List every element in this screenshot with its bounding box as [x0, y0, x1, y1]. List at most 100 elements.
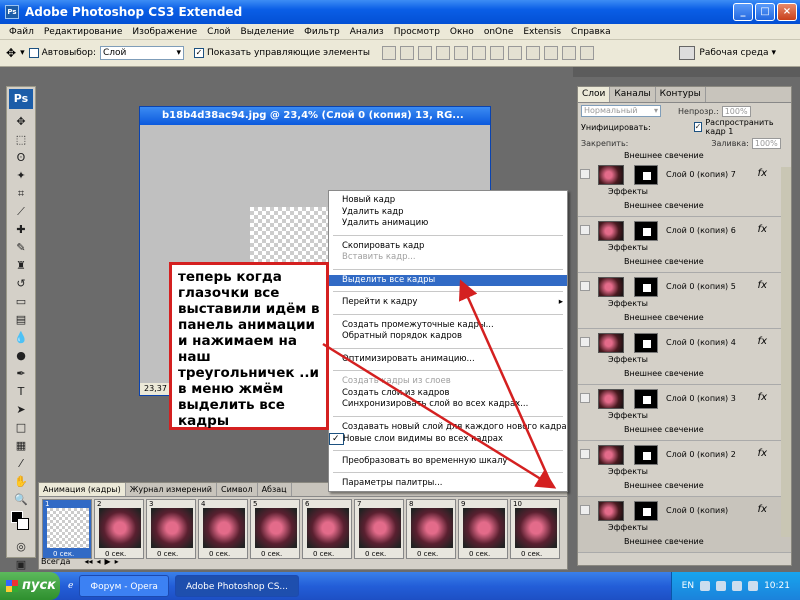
anim-tab-0[interactable]: Анимация (кадры): [39, 483, 126, 496]
blur-tool-icon[interactable]: 💧: [9, 329, 33, 346]
history-brush-icon[interactable]: ↺: [9, 275, 33, 292]
fx-icon[interactable]: fx: [758, 392, 767, 403]
layer-row[interactable]: Слой 0 (копия) 5 fx Эффекты Внешнее свечени…: [578, 273, 791, 329]
align-vcenter-icon[interactable]: [399, 46, 414, 60]
menu-item-7[interactable]: Просмотр: [389, 27, 445, 37]
tab-paths[interactable]: Контуры: [656, 87, 706, 102]
move-tool-icon[interactable]: ✥: [6, 46, 16, 60]
distribute-top-icon[interactable]: [489, 46, 504, 60]
visibility-toggle[interactable]: [580, 281, 590, 291]
context-menu-item[interactable]: Удалить анимацию: [329, 218, 567, 230]
eyedropper-icon[interactable]: ⁄: [9, 455, 33, 472]
anim-tab-1[interactable]: Журнал измерений: [126, 483, 218, 496]
menu-item-11[interactable]: Справка: [566, 27, 616, 37]
context-menu-item[interactable]: Синхронизировать слой во всех кадрах...: [329, 399, 567, 411]
animation-frame[interactable]: 9 0 сек.: [458, 499, 508, 559]
frame-delay[interactable]: 0 сек.: [313, 550, 334, 558]
distribute-left-icon[interactable]: [543, 46, 558, 60]
align-right-icon[interactable]: [471, 46, 486, 60]
menu-item-4[interactable]: Выделение: [236, 27, 300, 37]
context-menu-item[interactable]: Создать слои из кадров: [329, 388, 567, 400]
brush-tool-icon[interactable]: ✎: [9, 239, 33, 256]
visibility-toggle[interactable]: [580, 169, 590, 179]
menu-item-9[interactable]: onOne: [479, 27, 519, 37]
context-menu-item[interactable]: Скопировать кадр: [329, 241, 567, 253]
shape-tool-icon[interactable]: □: [9, 419, 33, 436]
fx-icon[interactable]: fx: [758, 224, 767, 235]
antivirus-icon[interactable]: [732, 581, 743, 591]
menu-item-5[interactable]: Фильтр: [299, 27, 345, 37]
frame-delay[interactable]: 0 сек.: [261, 550, 282, 558]
first-frame-icon[interactable]: ◂◂: [84, 557, 92, 566]
layer-row[interactable]: Слой 0 (копия) 3 fx Эффекты Внешнее свечени…: [578, 385, 791, 441]
loop-dropdown[interactable]: Всегда: [41, 557, 80, 566]
healing-brush-icon[interactable]: ✚: [9, 221, 33, 238]
opacity-value[interactable]: 100%: [721, 105, 751, 117]
animation-frame[interactable]: 10 0 сек.: [510, 499, 560, 559]
task-opera[interactable]: Форум - Opera: [79, 575, 169, 597]
frame-delay[interactable]: 0 сек.: [521, 550, 542, 558]
frame-delay[interactable]: 0 сек.: [417, 550, 438, 558]
context-menu-item[interactable]: Создавать новый слой для каждого нового …: [329, 422, 567, 434]
visibility-toggle[interactable]: [580, 225, 590, 235]
hand-tool-icon[interactable]: ✋: [9, 473, 33, 490]
menu-item-8[interactable]: Окно: [445, 27, 479, 37]
frame-delay[interactable]: 0 сек.: [209, 550, 230, 558]
tab-channels[interactable]: Каналы: [610, 87, 656, 102]
layer-row[interactable]: Слой 0 (копия) 6 fx Эффекты Внешнее свечени…: [578, 217, 791, 273]
visibility-toggle[interactable]: [580, 393, 590, 403]
volume-icon[interactable]: [700, 581, 711, 591]
prev-frame-icon[interactable]: ◂: [96, 557, 100, 566]
context-menu-item[interactable]: Новые слои видимы во всех кадрах: [329, 433, 503, 445]
layer-row[interactable]: Слой 0 (копия) fx Эффекты Внешнее свечение: [578, 497, 791, 553]
visibility-toggle[interactable]: [580, 449, 590, 459]
menu-item-6[interactable]: Анализ: [345, 27, 389, 37]
animation-frame[interactable]: 7 0 сек.: [354, 499, 404, 559]
frame-delay[interactable]: 0 сек.: [365, 550, 386, 558]
show-transform-checkbox[interactable]: ✓: [194, 48, 205, 58]
next-frame-icon[interactable]: ▸: [115, 557, 119, 566]
messenger-icon[interactable]: [748, 581, 759, 591]
language-indicator[interactable]: EN: [682, 581, 694, 591]
fx-icon[interactable]: fx: [758, 168, 767, 179]
menu-item-2[interactable]: Изображение: [127, 27, 202, 37]
context-menu-item[interactable]: Новый кадр: [329, 195, 567, 207]
menu-item-1[interactable]: Редактирование: [39, 27, 128, 37]
context-menu-item[interactable]: Перейти к кадру: [329, 297, 567, 309]
fx-icon[interactable]: fx: [758, 336, 767, 347]
context-menu-item[interactable]: Преобразовать во временную шкалу: [329, 456, 567, 468]
bridge-icon[interactable]: [679, 46, 696, 60]
dodge-tool-icon[interactable]: ●: [9, 347, 33, 364]
visibility-toggle[interactable]: [580, 505, 590, 515]
start-button[interactable]: пуск: [0, 572, 60, 600]
align-top-icon[interactable]: [381, 46, 396, 60]
frame-delay[interactable]: 0 сек.: [469, 550, 490, 558]
context-menu-item[interactable]: Обратный порядок кадров: [329, 331, 567, 343]
move-tool-icon[interactable]: ✥: [9, 113, 33, 130]
slice-tool-icon[interactable]: ⟋: [9, 203, 33, 220]
color-swatches-icon[interactable]: [9, 509, 33, 537]
menu-item-3[interactable]: Слой: [202, 27, 235, 37]
eraser-tool-icon[interactable]: ▭: [9, 293, 33, 310]
quicklaunch-ie-icon[interactable]: ℯ: [68, 581, 73, 591]
distribute-right-icon[interactable]: [579, 46, 594, 60]
layer-row[interactable]: Слой 0 (копия) 2 fx Эффекты Внешнее свечени…: [578, 441, 791, 497]
network-icon[interactable]: [716, 581, 727, 591]
context-menu-item[interactable]: Оптимизировать анимацию...: [329, 354, 567, 366]
context-menu-item[interactable]: Удалить кадр: [329, 207, 567, 219]
marquee-tool-icon[interactable]: ⬚: [9, 131, 33, 148]
quick-mask-icon[interactable]: ◎: [9, 538, 33, 555]
auto-select-dropdown[interactable]: Слой: [100, 46, 185, 60]
type-tool-icon[interactable]: T: [9, 383, 33, 400]
distribute-vcenter-icon[interactable]: [507, 46, 522, 60]
play-icon[interactable]: ▶: [105, 557, 111, 566]
layer-row[interactable]: Слой 0 (копия) 7 fx Эффекты Внешнее свечени…: [578, 161, 791, 217]
zoom-tool-icon[interactable]: 🔍: [9, 491, 33, 508]
animation-frame[interactable]: 6 0 сек.: [302, 499, 352, 559]
fx-icon[interactable]: fx: [758, 448, 767, 459]
blend-mode-dropdown[interactable]: Нормальный: [581, 105, 661, 117]
context-menu-item[interactable]: Создать промежуточные кадры...: [329, 320, 567, 332]
close-button[interactable]: ×: [777, 3, 797, 21]
animation-frame[interactable]: 4 0 сек.: [198, 499, 248, 559]
visibility-toggle[interactable]: [580, 337, 590, 347]
